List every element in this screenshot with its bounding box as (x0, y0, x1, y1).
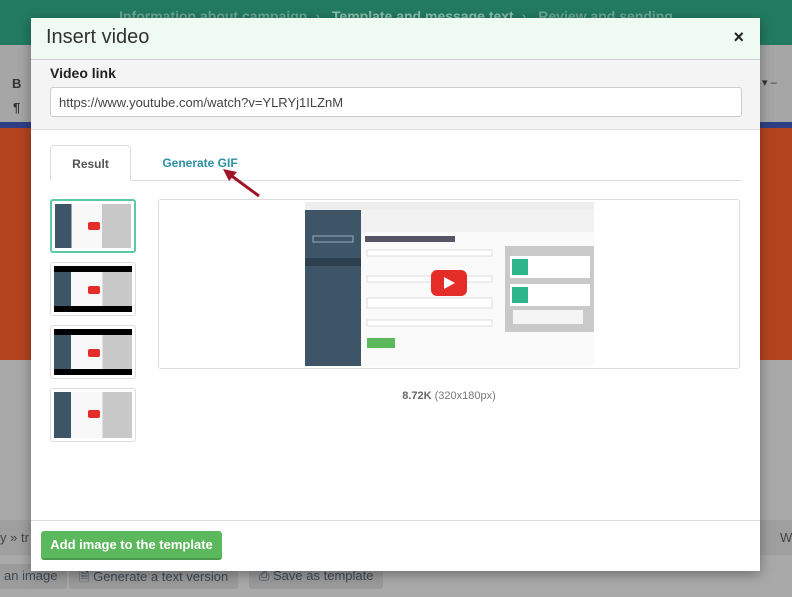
insert-video-modal: Insert video × Video link Result Generat… (31, 18, 760, 571)
video-link-label: Video link (50, 65, 116, 81)
thumbnail-image (54, 266, 132, 312)
close-icon[interactable]: × (733, 27, 744, 48)
word-count: W (780, 530, 792, 545)
video-preview (158, 199, 740, 369)
video-thumbnail-image (305, 202, 594, 366)
thumbnail-1[interactable] (50, 199, 136, 253)
thumbnail-image (55, 204, 131, 248)
tabs: Result Generate GIF (50, 145, 741, 181)
thumbnail-2[interactable] (50, 262, 136, 316)
thumbnail-image (54, 392, 132, 438)
thumbnail-3[interactable] (50, 325, 136, 379)
file-size: 8.72K (402, 390, 432, 402)
image-info: 8.72K (320x180px) (158, 390, 740, 402)
element-path[interactable]: y » tr (0, 530, 29, 545)
annotation-arrow-icon (223, 169, 260, 198)
video-link-input[interactable] (50, 87, 742, 117)
document-icon: 🗎 (79, 569, 94, 584)
paragraph-button[interactable]: ¶ (13, 100, 20, 115)
generate-text-version-label: Generate a text version (93, 569, 229, 584)
bold-button[interactable]: B (12, 76, 21, 91)
image-dimensions: (320x180px) (434, 390, 496, 402)
thumbnail-image (54, 329, 132, 375)
modal-footer-divider (31, 520, 760, 521)
dropdown-caret-icon[interactable]: ▾ – (762, 76, 777, 89)
thumbnail-4[interactable] (50, 388, 136, 442)
video-link-section: Video link (31, 60, 760, 130)
tab-result[interactable]: Result (50, 145, 131, 181)
add-image-button[interactable]: Add image to the template (41, 531, 222, 560)
modal-header: Insert video × (31, 18, 760, 60)
modal-title: Insert video (46, 26, 150, 48)
